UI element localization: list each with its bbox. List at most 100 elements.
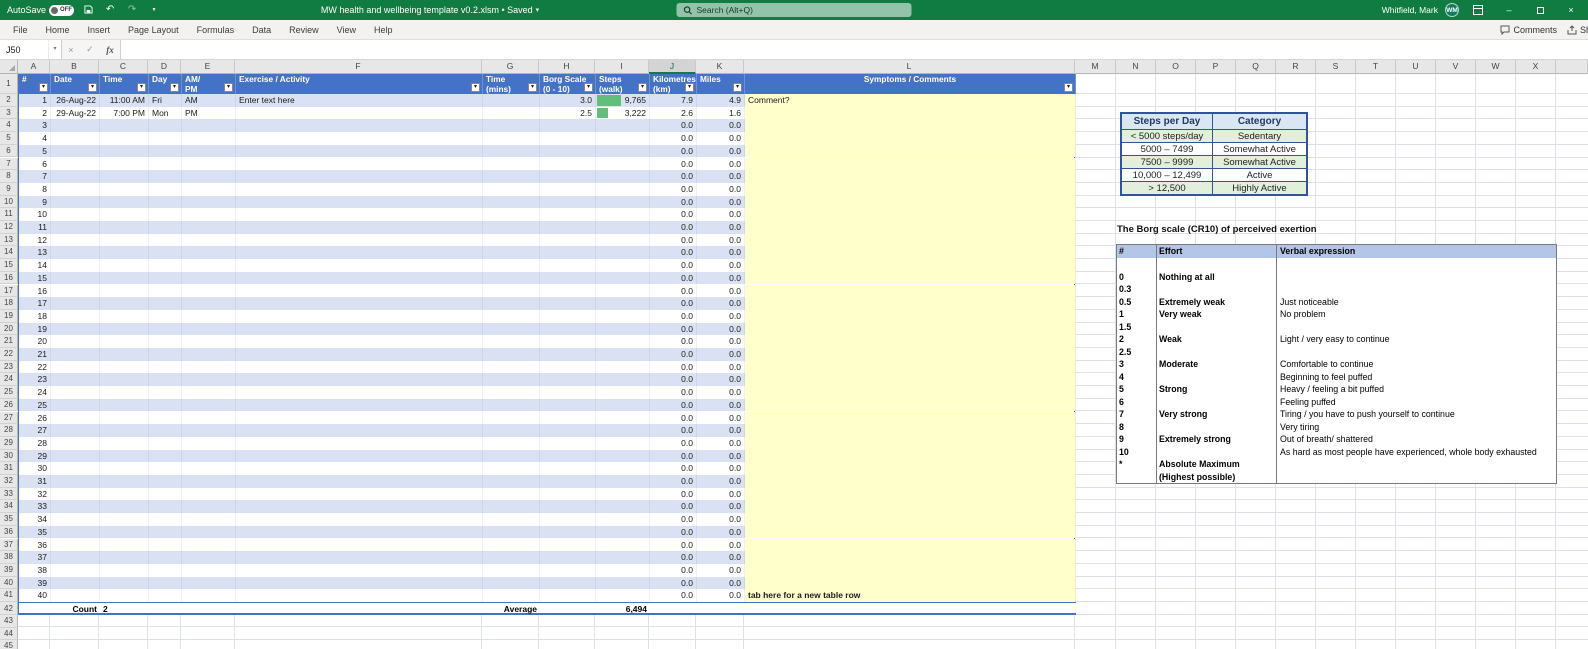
cell-steps[interactable]	[596, 119, 650, 133]
name-box-chevron-icon[interactable]: ▾	[48, 40, 61, 59]
row-header-20[interactable]: 20	[0, 322, 18, 336]
cell-exercise[interactable]	[236, 513, 483, 526]
cell-mins[interactable]	[483, 576, 540, 590]
cell-ampm[interactable]: AM	[182, 94, 236, 107]
cell-miles[interactable]: 0.0	[697, 538, 745, 552]
borg-cell[interactable]	[1277, 471, 1556, 484]
column-header-L[interactable]: L	[744, 60, 1075, 74]
cell-comments[interactable]	[745, 449, 1076, 463]
cell-exercise[interactable]	[236, 475, 483, 488]
ribbon-tab-view[interactable]: View	[328, 20, 365, 40]
table-header-borg[interactable]: Borg Scale (0 - 10) ▾	[540, 74, 596, 94]
cell-km[interactable]: 0.0	[650, 246, 697, 260]
cell-ampm[interactable]	[182, 335, 236, 348]
cell-steps[interactable]	[596, 386, 650, 399]
cell-date[interactable]	[51, 360, 100, 374]
cell-ampm[interactable]	[182, 576, 236, 590]
cell-km[interactable]: 0.0	[650, 373, 697, 387]
borg-cell[interactable]: *	[1117, 458, 1157, 471]
row-header-40[interactable]: 40	[0, 576, 18, 590]
cell-date[interactable]	[51, 500, 100, 514]
borg-cell[interactable]: 8	[1117, 420, 1157, 433]
cell-steps[interactable]	[596, 309, 650, 323]
cell-miles[interactable]: 0.0	[697, 551, 745, 564]
filter-button[interactable]: ▾	[170, 83, 179, 92]
cell-miles[interactable]: 0.0	[697, 398, 745, 412]
cell-day[interactable]	[149, 284, 182, 298]
cell-borg[interactable]	[540, 386, 596, 399]
borg-cell[interactable]: As hard as most people have experienced,…	[1277, 446, 1556, 459]
cell-miles[interactable]: 0.0	[697, 195, 745, 209]
row-header-38[interactable]: 38	[0, 551, 18, 564]
ribbon-display-options-icon[interactable]	[1466, 0, 1490, 20]
borg-cell[interactable]	[1157, 395, 1277, 408]
ribbon-tab-insert[interactable]: Insert	[79, 20, 120, 40]
cell-day[interactable]	[149, 487, 182, 501]
cell-km[interactable]: 0.0	[650, 144, 697, 158]
borg-cell[interactable]: 1	[1117, 308, 1157, 321]
steps-cell[interactable]: < 5000 steps/day	[1122, 130, 1213, 142]
cell-exercise[interactable]	[236, 144, 483, 158]
cell-comments[interactable]	[745, 462, 1076, 475]
cell-exercise[interactable]	[236, 386, 483, 399]
cell-time[interactable]	[100, 500, 149, 514]
cell-time[interactable]	[100, 398, 149, 412]
cell-day[interactable]	[149, 525, 182, 539]
steps-cell[interactable]: Active	[1213, 169, 1306, 181]
cell-comments[interactable]	[745, 271, 1076, 285]
cell-day[interactable]	[149, 309, 182, 323]
cell-miles[interactable]: 0.0	[697, 221, 745, 234]
cell-date[interactable]	[51, 119, 100, 133]
row-header-34[interactable]: 34	[0, 500, 18, 514]
cell-day[interactable]	[149, 297, 182, 310]
cell-borg[interactable]	[540, 271, 596, 285]
cell-comments[interactable]	[745, 475, 1076, 488]
column-header-O[interactable]: O	[1156, 60, 1196, 74]
cell-km[interactable]: 0.0	[650, 221, 697, 234]
borg-cell[interactable]: Extremely strong	[1157, 433, 1277, 446]
cell-mins[interactable]	[483, 284, 540, 298]
cell-time[interactable]	[100, 259, 149, 272]
cell-date[interactable]	[51, 411, 100, 425]
steps-cell[interactable]: 7500 – 9999	[1122, 156, 1213, 168]
row-header-41[interactable]: 41	[0, 589, 18, 602]
borg-cell[interactable]: Light / very easy to continue	[1277, 333, 1556, 346]
row-header-9[interactable]: 9	[0, 182, 18, 196]
formula-input[interactable]	[120, 40, 1588, 59]
cell-exercise[interactable]	[236, 284, 483, 298]
spreadsheet-grid[interactable]: A B C D E F G H I J K L M N O P Q R S T U V W X 1 2 3 4 5 6 7 8 9 10 11 12 1…	[0, 60, 1588, 649]
cell-steps[interactable]	[596, 348, 650, 361]
ribbon-tab-home[interactable]: Home	[37, 20, 79, 40]
cell-time[interactable]	[100, 449, 149, 463]
column-header-T[interactable]: T	[1356, 60, 1396, 74]
cell-date[interactable]	[51, 170, 100, 183]
cell-ampm[interactable]	[182, 525, 236, 539]
cell-ampm[interactable]	[182, 259, 236, 272]
cell-ampm[interactable]	[182, 271, 236, 285]
cell-day[interactable]	[149, 170, 182, 183]
row-header-43[interactable]: 43	[0, 615, 18, 628]
cell-comments[interactable]	[745, 157, 1076, 171]
cell-day[interactable]	[149, 576, 182, 590]
row-header-3[interactable]: 3	[0, 106, 18, 120]
cell-date[interactable]	[51, 462, 100, 475]
cell-borg[interactable]	[540, 170, 596, 183]
cell-time[interactable]	[100, 170, 149, 183]
borg-cell[interactable]	[1277, 283, 1556, 296]
steps-cell[interactable]: 5000 – 7499	[1122, 143, 1213, 155]
cell-borg[interactable]	[540, 182, 596, 196]
cell-comments[interactable]	[745, 335, 1076, 348]
row-header-4[interactable]: 4	[0, 119, 18, 133]
table-header-miles[interactable]: Miles ▾	[697, 74, 745, 94]
steps-cell[interactable]: Sedentary	[1213, 130, 1306, 142]
cell-borg[interactable]	[540, 284, 596, 298]
cell-n[interactable]: 27	[19, 424, 51, 437]
filter-button[interactable]: ▾	[638, 83, 647, 92]
cell-steps[interactable]	[596, 373, 650, 387]
cell-miles[interactable]: 1.6	[697, 106, 745, 120]
cell-steps[interactable]	[596, 398, 650, 412]
row-header-30[interactable]: 30	[0, 449, 18, 463]
borg-cell[interactable]: 0.5	[1117, 295, 1157, 308]
cell-ampm[interactable]	[182, 208, 236, 221]
cell-miles[interactable]: 0.0	[697, 271, 745, 285]
